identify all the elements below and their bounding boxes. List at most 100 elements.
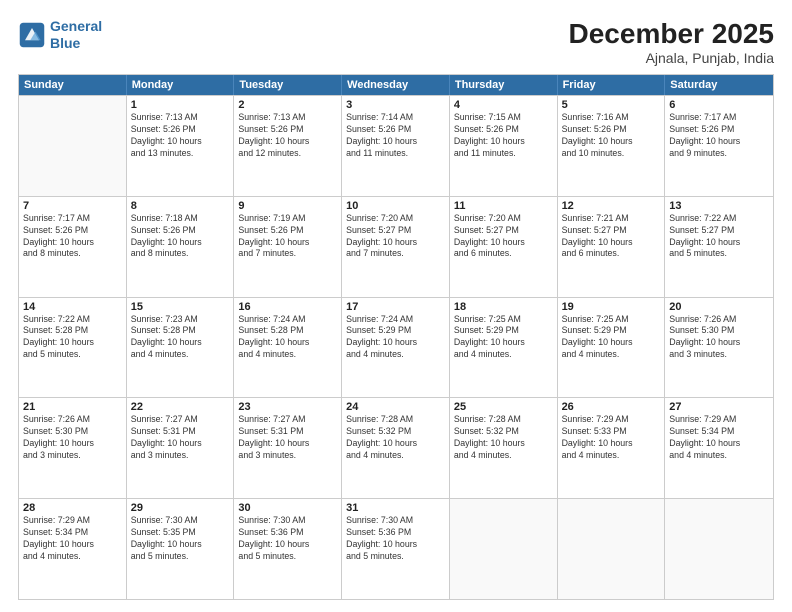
month-title: December 2025 bbox=[569, 18, 774, 50]
day-info: Sunrise: 7:30 AM Sunset: 5:36 PM Dayligh… bbox=[238, 515, 337, 563]
calendar-row-3: 21Sunrise: 7:26 AM Sunset: 5:30 PM Dayli… bbox=[19, 397, 773, 498]
day-number: 18 bbox=[454, 301, 553, 313]
day-number: 7 bbox=[23, 200, 122, 212]
calendar-row-0: 1Sunrise: 7:13 AM Sunset: 5:26 PM Daylig… bbox=[19, 95, 773, 196]
day-number: 8 bbox=[131, 200, 230, 212]
day-number: 2 bbox=[238, 99, 337, 111]
day-cell-14: 14Sunrise: 7:22 AM Sunset: 5:28 PM Dayli… bbox=[19, 298, 127, 398]
day-cell-12: 12Sunrise: 7:21 AM Sunset: 5:27 PM Dayli… bbox=[558, 197, 666, 297]
day-number: 23 bbox=[238, 401, 337, 413]
day-info: Sunrise: 7:18 AM Sunset: 5:26 PM Dayligh… bbox=[131, 213, 230, 261]
day-number: 3 bbox=[346, 99, 445, 111]
header-cell-wednesday: Wednesday bbox=[342, 75, 450, 95]
header: General Blue December 2025 Ajnala, Punja… bbox=[18, 18, 774, 66]
day-cell-31: 31Sunrise: 7:30 AM Sunset: 5:36 PM Dayli… bbox=[342, 499, 450, 599]
day-number: 21 bbox=[23, 401, 122, 413]
day-info: Sunrise: 7:17 AM Sunset: 5:26 PM Dayligh… bbox=[669, 112, 769, 160]
calendar-row-4: 28Sunrise: 7:29 AM Sunset: 5:34 PM Dayli… bbox=[19, 498, 773, 599]
day-info: Sunrise: 7:25 AM Sunset: 5:29 PM Dayligh… bbox=[454, 314, 553, 362]
day-cell-10: 10Sunrise: 7:20 AM Sunset: 5:27 PM Dayli… bbox=[342, 197, 450, 297]
calendar-row-2: 14Sunrise: 7:22 AM Sunset: 5:28 PM Dayli… bbox=[19, 297, 773, 398]
day-info: Sunrise: 7:25 AM Sunset: 5:29 PM Dayligh… bbox=[562, 314, 661, 362]
day-number: 22 bbox=[131, 401, 230, 413]
day-info: Sunrise: 7:20 AM Sunset: 5:27 PM Dayligh… bbox=[454, 213, 553, 261]
day-number: 11 bbox=[454, 200, 553, 212]
day-info: Sunrise: 7:19 AM Sunset: 5:26 PM Dayligh… bbox=[238, 213, 337, 261]
day-number: 17 bbox=[346, 301, 445, 313]
day-number: 26 bbox=[562, 401, 661, 413]
day-number: 1 bbox=[131, 99, 230, 111]
empty-cell bbox=[665, 499, 773, 599]
header-cell-tuesday: Tuesday bbox=[234, 75, 342, 95]
day-info: Sunrise: 7:29 AM Sunset: 5:34 PM Dayligh… bbox=[23, 515, 122, 563]
day-cell-11: 11Sunrise: 7:20 AM Sunset: 5:27 PM Dayli… bbox=[450, 197, 558, 297]
day-number: 12 bbox=[562, 200, 661, 212]
day-info: Sunrise: 7:26 AM Sunset: 5:30 PM Dayligh… bbox=[669, 314, 769, 362]
day-info: Sunrise: 7:30 AM Sunset: 5:36 PM Dayligh… bbox=[346, 515, 445, 563]
title-block: December 2025 Ajnala, Punjab, India bbox=[569, 18, 774, 66]
day-info: Sunrise: 7:13 AM Sunset: 5:26 PM Dayligh… bbox=[238, 112, 337, 160]
day-number: 25 bbox=[454, 401, 553, 413]
header-cell-monday: Monday bbox=[127, 75, 235, 95]
day-cell-5: 5Sunrise: 7:16 AM Sunset: 5:26 PM Daylig… bbox=[558, 96, 666, 196]
calendar-header-row: SundayMondayTuesdayWednesdayThursdayFrid… bbox=[19, 75, 773, 95]
day-info: Sunrise: 7:14 AM Sunset: 5:26 PM Dayligh… bbox=[346, 112, 445, 160]
day-cell-24: 24Sunrise: 7:28 AM Sunset: 5:32 PM Dayli… bbox=[342, 398, 450, 498]
day-number: 16 bbox=[238, 301, 337, 313]
day-number: 31 bbox=[346, 502, 445, 514]
day-number: 24 bbox=[346, 401, 445, 413]
day-info: Sunrise: 7:27 AM Sunset: 5:31 PM Dayligh… bbox=[238, 414, 337, 462]
day-cell-15: 15Sunrise: 7:23 AM Sunset: 5:28 PM Dayli… bbox=[127, 298, 235, 398]
day-info: Sunrise: 7:17 AM Sunset: 5:26 PM Dayligh… bbox=[23, 213, 122, 261]
day-cell-21: 21Sunrise: 7:26 AM Sunset: 5:30 PM Dayli… bbox=[19, 398, 127, 498]
day-number: 30 bbox=[238, 502, 337, 514]
day-cell-27: 27Sunrise: 7:29 AM Sunset: 5:34 PM Dayli… bbox=[665, 398, 773, 498]
day-info: Sunrise: 7:29 AM Sunset: 5:33 PM Dayligh… bbox=[562, 414, 661, 462]
day-cell-9: 9Sunrise: 7:19 AM Sunset: 5:26 PM Daylig… bbox=[234, 197, 342, 297]
day-number: 20 bbox=[669, 301, 769, 313]
location: Ajnala, Punjab, India bbox=[569, 50, 774, 66]
header-cell-thursday: Thursday bbox=[450, 75, 558, 95]
day-info: Sunrise: 7:21 AM Sunset: 5:27 PM Dayligh… bbox=[562, 213, 661, 261]
day-info: Sunrise: 7:23 AM Sunset: 5:28 PM Dayligh… bbox=[131, 314, 230, 362]
day-info: Sunrise: 7:27 AM Sunset: 5:31 PM Dayligh… bbox=[131, 414, 230, 462]
day-info: Sunrise: 7:24 AM Sunset: 5:28 PM Dayligh… bbox=[238, 314, 337, 362]
day-cell-28: 28Sunrise: 7:29 AM Sunset: 5:34 PM Dayli… bbox=[19, 499, 127, 599]
day-cell-8: 8Sunrise: 7:18 AM Sunset: 5:26 PM Daylig… bbox=[127, 197, 235, 297]
day-cell-2: 2Sunrise: 7:13 AM Sunset: 5:26 PM Daylig… bbox=[234, 96, 342, 196]
day-cell-7: 7Sunrise: 7:17 AM Sunset: 5:26 PM Daylig… bbox=[19, 197, 127, 297]
day-cell-6: 6Sunrise: 7:17 AM Sunset: 5:26 PM Daylig… bbox=[665, 96, 773, 196]
calendar: SundayMondayTuesdayWednesdayThursdayFrid… bbox=[18, 74, 774, 600]
logo-icon bbox=[18, 21, 46, 49]
day-cell-29: 29Sunrise: 7:30 AM Sunset: 5:35 PM Dayli… bbox=[127, 499, 235, 599]
day-number: 14 bbox=[23, 301, 122, 313]
day-cell-22: 22Sunrise: 7:27 AM Sunset: 5:31 PM Dayli… bbox=[127, 398, 235, 498]
header-cell-friday: Friday bbox=[558, 75, 666, 95]
day-cell-13: 13Sunrise: 7:22 AM Sunset: 5:27 PM Dayli… bbox=[665, 197, 773, 297]
day-number: 13 bbox=[669, 200, 769, 212]
day-info: Sunrise: 7:15 AM Sunset: 5:26 PM Dayligh… bbox=[454, 112, 553, 160]
day-cell-20: 20Sunrise: 7:26 AM Sunset: 5:30 PM Dayli… bbox=[665, 298, 773, 398]
day-cell-16: 16Sunrise: 7:24 AM Sunset: 5:28 PM Dayli… bbox=[234, 298, 342, 398]
day-number: 5 bbox=[562, 99, 661, 111]
day-info: Sunrise: 7:24 AM Sunset: 5:29 PM Dayligh… bbox=[346, 314, 445, 362]
day-number: 15 bbox=[131, 301, 230, 313]
day-number: 19 bbox=[562, 301, 661, 313]
day-number: 6 bbox=[669, 99, 769, 111]
day-number: 28 bbox=[23, 502, 122, 514]
day-cell-19: 19Sunrise: 7:25 AM Sunset: 5:29 PM Dayli… bbox=[558, 298, 666, 398]
day-cell-26: 26Sunrise: 7:29 AM Sunset: 5:33 PM Dayli… bbox=[558, 398, 666, 498]
empty-cell bbox=[450, 499, 558, 599]
day-info: Sunrise: 7:22 AM Sunset: 5:28 PM Dayligh… bbox=[23, 314, 122, 362]
day-info: Sunrise: 7:28 AM Sunset: 5:32 PM Dayligh… bbox=[454, 414, 553, 462]
empty-cell bbox=[558, 499, 666, 599]
day-info: Sunrise: 7:29 AM Sunset: 5:34 PM Dayligh… bbox=[669, 414, 769, 462]
day-number: 9 bbox=[238, 200, 337, 212]
day-info: Sunrise: 7:28 AM Sunset: 5:32 PM Dayligh… bbox=[346, 414, 445, 462]
page: General Blue December 2025 Ajnala, Punja… bbox=[0, 0, 792, 612]
calendar-row-1: 7Sunrise: 7:17 AM Sunset: 5:26 PM Daylig… bbox=[19, 196, 773, 297]
logo: General Blue bbox=[18, 18, 102, 52]
day-cell-18: 18Sunrise: 7:25 AM Sunset: 5:29 PM Dayli… bbox=[450, 298, 558, 398]
day-info: Sunrise: 7:13 AM Sunset: 5:26 PM Dayligh… bbox=[131, 112, 230, 160]
day-info: Sunrise: 7:30 AM Sunset: 5:35 PM Dayligh… bbox=[131, 515, 230, 563]
